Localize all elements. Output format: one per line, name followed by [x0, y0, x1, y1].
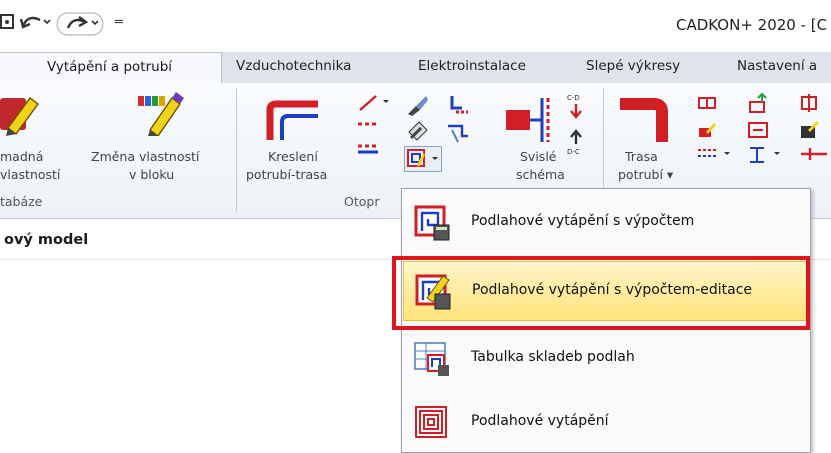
change-block-properties-icon[interactable] — [136, 92, 186, 140]
tab-nastaveni[interactable]: Nastavení a — [737, 58, 817, 74]
edit-properties-label-1: madná — [0, 149, 44, 164]
double-line-icon[interactable] — [358, 142, 378, 160]
pipe-offset-icon[interactable] — [748, 146, 784, 168]
draw-pipe-route-icon[interactable] — [262, 96, 322, 144]
menu-item-label: Podlahové vytápění s výpočtem — [471, 213, 695, 229]
tab-label: Vytápění a potrubí — [47, 59, 173, 75]
highlight-annotation-box — [392, 256, 810, 330]
tab-elektroinstalace[interactable]: Elektroinstalace — [418, 58, 526, 74]
floor-heating-split-button[interactable] — [404, 146, 442, 172]
riser-down-icon[interactable]: C-D — [566, 92, 586, 124]
brush-icon[interactable] — [406, 94, 428, 120]
svg-text:D-C: D-C — [567, 148, 580, 156]
pipe-edit-icon[interactable] — [698, 122, 716, 142]
pipe-split-icon[interactable] — [800, 146, 828, 166]
radiator-connection-icon[interactable] — [446, 122, 470, 150]
menu-item-label: Tabulka skladeb podlah — [471, 349, 635, 365]
tab-slepe-vykresy[interactable]: Slepé výkresy — [586, 58, 680, 74]
floor-heating-icon — [414, 405, 450, 441]
tab-vytapeni-a-potrubi[interactable]: Vytápění a potrubí — [0, 52, 222, 84]
menu-item-floor-composition-table[interactable]: Tabulka skladeb podlah — [403, 329, 809, 389]
menu-item-floor-heating[interactable]: Podlahové vytápění — [403, 393, 809, 453]
vertical-scheme-icon[interactable] — [502, 94, 560, 148]
pipe-route-label-1: Trasa — [625, 149, 658, 164]
pipe-edit-2-icon[interactable] — [800, 120, 820, 144]
group-label-heating: Otopr — [344, 194, 380, 209]
undo-icon[interactable] — [18, 12, 58, 37]
dashed-line-icon[interactable] — [358, 118, 378, 134]
window-title: CADKON+ 2020 - [C — [676, 16, 828, 34]
draw-pipe-route-label-2: potrubí-trasa — [246, 167, 328, 182]
document-tab-label: ový model — [4, 232, 89, 248]
edit-properties-label-2: vlastností — [0, 167, 61, 182]
vertical-scheme-label-1: Svislé — [520, 149, 557, 164]
floor-composition-table-icon — [414, 341, 450, 377]
customize-qa-icon[interactable]: ═ — [115, 15, 123, 30]
riser-up-icon[interactable]: D-C — [566, 128, 586, 162]
pipe-fitting-icon[interactable] — [446, 94, 470, 122]
save-icon[interactable] — [0, 12, 16, 35]
menu-item-floor-heating-calc[interactable]: Podlahové vytápění s výpočtem — [403, 193, 809, 253]
tab-vzduchotechnika[interactable]: Vzduchotechnika — [236, 58, 351, 74]
pipe-route-label-2[interactable]: potrubí ▾ — [618, 167, 673, 182]
change-block-props-label-1: Změna vlastností — [91, 149, 200, 164]
line-tool-icon[interactable] — [356, 92, 396, 116]
erase-tool-icon[interactable] — [407, 120, 429, 146]
group-separator — [236, 88, 237, 212]
pipe-tee-icon[interactable] — [800, 94, 820, 116]
pipe-route-icon[interactable] — [618, 96, 674, 146]
group-label-database: tabáze — [0, 194, 43, 209]
pipe-join-icon[interactable] — [748, 122, 768, 142]
vertical-scheme-label-2: schéma — [516, 167, 565, 182]
svg-text:C-D: C-D — [567, 94, 580, 102]
change-block-props-label-2: v bloku — [129, 167, 175, 182]
menu-item-label: Podlahové vytápění — [471, 413, 609, 429]
redo-icon[interactable] — [56, 12, 108, 39]
floor-heating-calc-icon — [414, 205, 450, 241]
pipe-connect-icon[interactable] — [748, 92, 770, 118]
edit-properties-icon[interactable] — [0, 92, 44, 140]
document-tab[interactable]: ový model — [0, 228, 96, 256]
draw-pipe-route-label-1: Kreslení — [268, 149, 318, 164]
pipe-dashed-icon[interactable] — [698, 146, 732, 164]
valve-icon[interactable] — [698, 96, 716, 114]
